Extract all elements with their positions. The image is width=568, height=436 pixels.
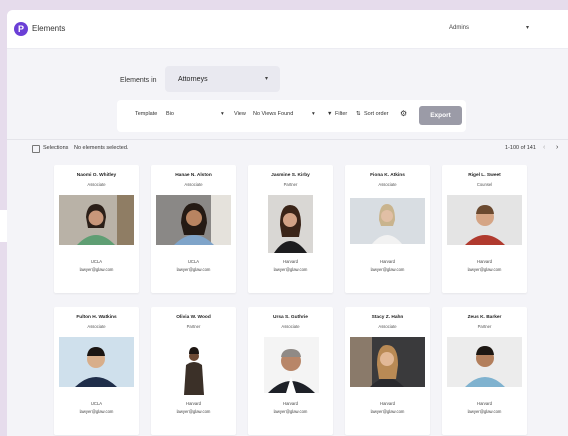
elements-select-value: Attorneys [178, 76, 208, 83]
portrait-photo [350, 337, 425, 387]
attorney-card[interactable]: Stacy Z. Hahn Associate Harvard lawyer@g… [345, 307, 430, 435]
view-label: View [234, 111, 246, 117]
card-title: Partner [186, 324, 201, 329]
chevron-down-icon[interactable]: ▾ [221, 111, 224, 117]
card-school: UCLA [187, 259, 200, 264]
attorney-card[interactable]: Zeus K. Barker Partner Harvard lawyer@gl… [442, 307, 527, 435]
attorney-card[interactable]: Naomi O. Whitley Associate UCLA lawyer@g… [54, 165, 139, 293]
card-name: Ursa S. Guthrie [273, 315, 308, 320]
card-title: Associate [184, 182, 203, 187]
elements-in-label: Elements in [120, 77, 157, 84]
template-select[interactable]: Bio [166, 111, 174, 117]
attorney-card[interactable]: Jasmine S. Kirby Partner Harvard lawyer@… [248, 165, 333, 293]
card-name: Fiona K. Atkins [370, 173, 405, 178]
selection-status: No elements selected. [74, 145, 129, 151]
app-window: P Elements Admins ▾ Elements in Attorney… [7, 10, 568, 436]
card-name: Zeus K. Barker [467, 315, 502, 320]
card-email[interactable]: lawyer@glaw.com [248, 267, 333, 272]
card-title: Associate [87, 324, 106, 329]
card-email[interactable]: lawyer@glaw.com [345, 409, 430, 414]
card-title: Associate [87, 182, 106, 187]
card-name: Hanae N. Alston [175, 173, 212, 178]
selection-bar: Selections No elements selected. 1-100 o… [32, 144, 558, 156]
card-school: Harvard [477, 259, 492, 264]
chevron-down-icon[interactable]: ▾ [526, 24, 529, 31]
selections-label: Selections [43, 145, 69, 151]
user-menu[interactable]: Admins [449, 25, 469, 31]
chevron-down-icon: ▾ [265, 76, 269, 82]
attorney-card[interactable]: Fiona K. Atkins Associate Harvard lawyer… [345, 165, 430, 293]
portrait-photo [264, 337, 319, 393]
card-name: Fulton H. Watkins [76, 315, 117, 320]
portrait-photo [268, 195, 313, 253]
toolbar: Template Bio ▾ View No Views Found ▾ ▼ F… [117, 100, 466, 132]
card-email[interactable]: lawyer@glaw.com [442, 267, 527, 272]
card-title: Associate [378, 182, 397, 187]
chevron-down-icon[interactable]: ▾ [312, 111, 315, 117]
portrait-photo [59, 195, 134, 245]
card-school: Harvard [380, 259, 395, 264]
card-title: Partner [477, 324, 492, 329]
attorney-card[interactable]: Fulton H. Watkins Associate UCLA lawyer@… [54, 307, 139, 435]
app-logo-icon[interactable]: P [14, 22, 28, 36]
card-school: Harvard [283, 401, 298, 406]
template-label: Template [135, 111, 158, 117]
view-select[interactable]: No Views Found [253, 111, 293, 117]
filter-icon[interactable]: ▼ [327, 111, 332, 117]
elements-select[interactable]: Attorneys ▾ [165, 66, 280, 92]
card-title: Counsel [476, 182, 493, 187]
attorney-card[interactable]: Ursa S. Guthrie Associate Harvard lawyer… [248, 307, 333, 435]
portrait-photo [447, 195, 522, 245]
pagination-info: 1-100 of 141 [505, 145, 536, 151]
divider [7, 139, 568, 140]
chevron-left-icon[interactable]: ‹ [543, 144, 545, 151]
card-school: Harvard [477, 401, 492, 406]
portrait-photo [447, 337, 522, 387]
portrait-photo [178, 337, 210, 395]
portrait-photo [156, 195, 231, 245]
card-title: Associate [281, 324, 300, 329]
select-all-checkbox[interactable] [32, 145, 40, 153]
filter-button[interactable]: Filter [335, 111, 347, 117]
app-title: Elements [32, 24, 66, 33]
card-school: UCLA [90, 401, 103, 406]
card-name: Jasmine S. Kirby [271, 173, 310, 178]
sort-icon[interactable]: ⇅ [356, 111, 361, 117]
card-name: Stacy Z. Hahn [371, 315, 404, 320]
card-title: Associate [378, 324, 397, 329]
chevron-right-icon[interactable]: › [556, 144, 558, 151]
attorney-card[interactable]: Hanae N. Alston Associate UCLA lawyer@gl… [151, 165, 236, 293]
attorney-card[interactable]: Rigel L. Sweet Counsel Harvard lawyer@gl… [442, 165, 527, 293]
sort-button[interactable]: Sort order [364, 111, 388, 117]
card-school: Harvard [186, 401, 201, 406]
attorney-card[interactable]: Olivia W. Wood Partner Harvard lawyer@gl… [151, 307, 236, 435]
card-school: Harvard [380, 401, 395, 406]
card-email[interactable]: lawyer@glaw.com [442, 409, 527, 414]
card-name: Olivia W. Wood [176, 315, 211, 320]
card-name: Naomi O. Whitley [76, 173, 117, 178]
portrait-photo [59, 337, 134, 387]
top-bar: P Elements Admins ▾ [7, 10, 568, 49]
card-school: UCLA [90, 259, 103, 264]
card-title: Partner [283, 182, 298, 187]
card-school: Harvard [283, 259, 298, 264]
portrait-photo [350, 198, 425, 244]
card-email[interactable]: lawyer@glaw.com [151, 409, 236, 414]
export-button[interactable]: Export [419, 106, 462, 125]
card-name: Rigel L. Sweet [468, 173, 501, 178]
gear-icon[interactable]: ⚙ [400, 109, 407, 118]
card-email[interactable]: lawyer@glaw.com [151, 267, 236, 272]
card-email[interactable]: lawyer@glaw.com [54, 267, 139, 272]
card-email[interactable]: lawyer@glaw.com [248, 409, 333, 414]
card-email[interactable]: lawyer@glaw.com [345, 267, 430, 272]
card-email[interactable]: lawyer@glaw.com [54, 409, 139, 414]
